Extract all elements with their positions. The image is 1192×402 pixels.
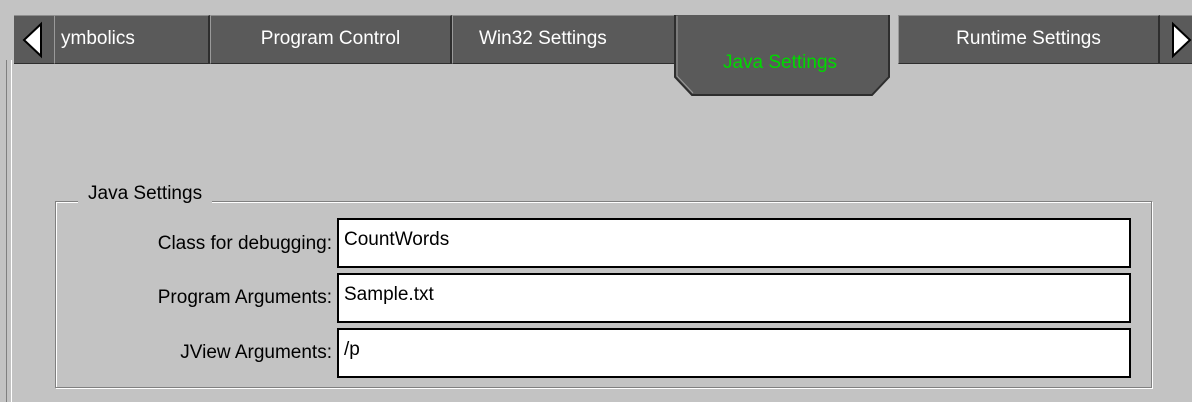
triangle-right-icon bbox=[1172, 21, 1192, 59]
tab-label: ymbolics bbox=[61, 28, 135, 49]
tab-java-settings-label: Java Settings bbox=[722, 52, 838, 73]
jview-arguments-label: JView Arguments: bbox=[180, 342, 332, 363]
settings-window: ymbolics Program Control Win32 Settings … bbox=[0, 0, 1192, 402]
tab-symbolics[interactable]: ymbolics bbox=[54, 15, 210, 64]
tab-runtime-settings[interactable]: Runtime Settings bbox=[898, 15, 1160, 64]
program-arguments-field[interactable]: Sample.txt bbox=[337, 273, 1131, 323]
jview-arguments-field[interactable]: /p bbox=[337, 328, 1131, 378]
class-for-debugging-label: Class for debugging: bbox=[157, 233, 332, 254]
group-title: Java Settings bbox=[78, 181, 213, 207]
tab-win32-settings[interactable]: Win32 Settings bbox=[452, 15, 688, 64]
program-arguments-label: Program Arguments: bbox=[157, 287, 332, 308]
tab-label: Runtime Settings bbox=[956, 28, 1101, 49]
tab-program-control[interactable]: Program Control bbox=[210, 15, 452, 64]
tab-label: Win32 Settings bbox=[479, 28, 607, 49]
triangle-left-icon bbox=[22, 21, 42, 59]
tab-scroll-right-button[interactable] bbox=[1160, 15, 1192, 64]
window-left-border bbox=[6, 60, 12, 402]
tab-bar: ymbolics Program Control Win32 Settings … bbox=[10, 15, 1192, 65]
tab-label: Program Control bbox=[260, 28, 401, 49]
tab-scroll-left-button[interactable] bbox=[14, 15, 54, 64]
class-for-debugging-field[interactable]: CountWords bbox=[337, 218, 1131, 268]
